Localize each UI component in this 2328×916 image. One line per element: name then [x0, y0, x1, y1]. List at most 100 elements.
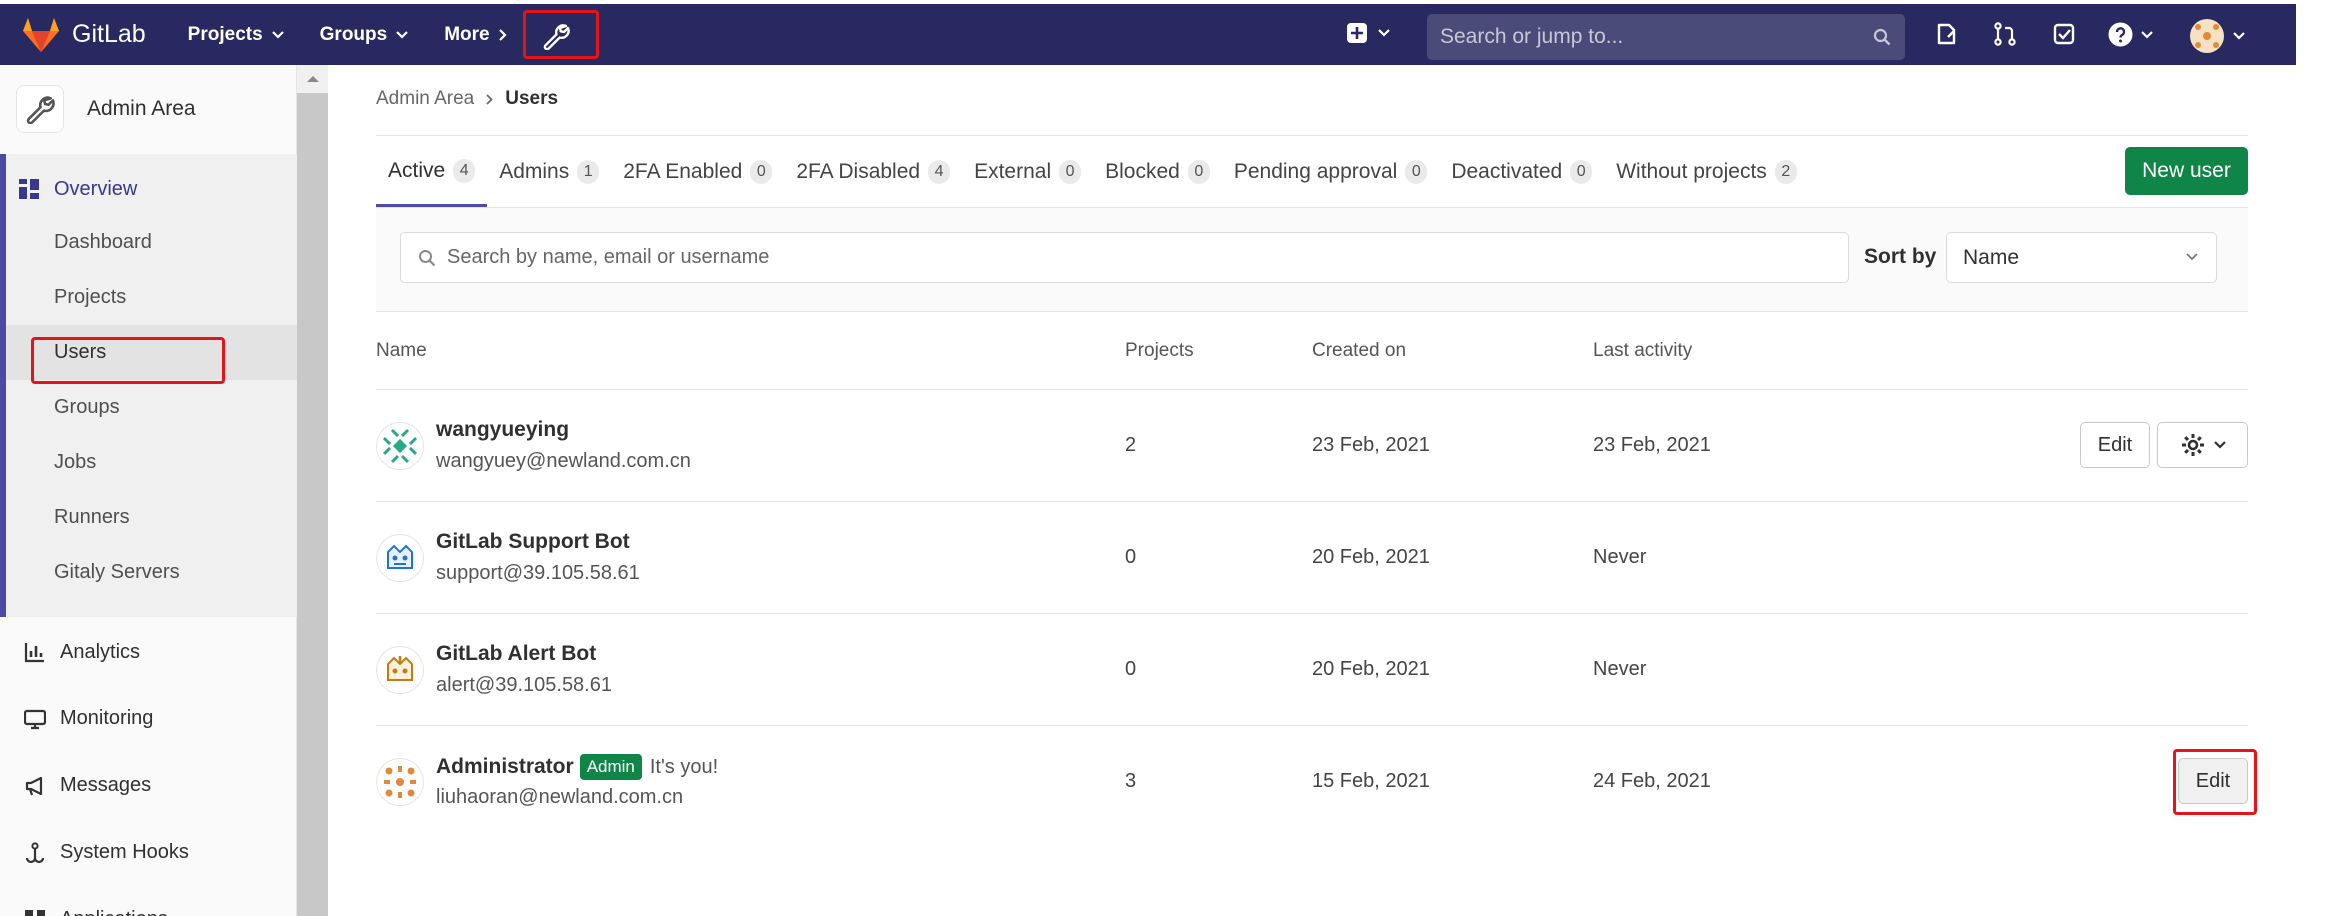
- sidebar-title: Admin Area: [87, 97, 196, 120]
- identicon-icon: [384, 766, 416, 798]
- wrench-icon: [26, 96, 55, 124]
- global-search-input[interactable]: Search or jump to...: [1427, 14, 1905, 60]
- sidebar-item-label: Jobs: [54, 451, 97, 473]
- divider: [376, 135, 2248, 136]
- sidebar-item-runners[interactable]: Runners: [0, 490, 297, 545]
- sidebar-item-groups[interactable]: Groups: [0, 380, 297, 435]
- sidebar-item-label: Applications: [60, 908, 168, 916]
- sidebar-item-label: Monitoring: [60, 707, 154, 729]
- column-header-projects: Projects: [1125, 340, 1194, 361]
- hook-icon: [25, 841, 45, 863]
- its-you-note: It's you!: [649, 755, 719, 778]
- sidebar-item-system-hooks[interactable]: System Hooks: [0, 819, 297, 886]
- user-name-link[interactable]: GitLab Alert Bot: [436, 642, 596, 666]
- user-avatar[interactable]: [376, 422, 424, 470]
- breadcrumb: Admin Area Users: [376, 88, 558, 110]
- user-search-input[interactable]: Search by name, email or username: [400, 232, 1849, 283]
- projects-menu-label: Projects: [187, 23, 263, 45]
- sidebar-item-monitoring[interactable]: Monitoring: [0, 685, 297, 752]
- admin-area-avatar: [16, 85, 64, 133]
- sidebar-item-label: Projects: [54, 286, 127, 308]
- tab-pending-approval[interactable]: Pending approval 0: [1222, 137, 1439, 207]
- user-avatar[interactable]: [376, 534, 424, 582]
- chevron-right-icon: [486, 93, 494, 105]
- tab-label: 2FA Enabled: [623, 160, 743, 183]
- sidebar-item-label: Dashboard: [54, 231, 152, 253]
- sidebar-item-applications[interactable]: Applications: [0, 886, 297, 916]
- more-menu[interactable]: More: [444, 4, 507, 65]
- user-menu[interactable]: [2190, 19, 2245, 53]
- new-user-button[interactable]: New user: [2125, 147, 2248, 195]
- user-email: liuhaoran@newland.com.cn: [436, 786, 684, 808]
- user-filter-tabs: Active 4 Admins 1 2FA Enabled 0 2FA Disable…: [376, 137, 1809, 207]
- edit-button[interactable]: Edit: [2080, 422, 2150, 468]
- todos-button[interactable]: [2052, 22, 2076, 46]
- sort-select[interactable]: Name: [1946, 232, 2217, 283]
- gitlab-tanuki-icon: [23, 17, 59, 52]
- sidebar-item-messages[interactable]: Messages: [0, 752, 297, 819]
- user-last-activity: Never: [1593, 658, 1647, 680]
- search-icon: [1873, 28, 1891, 46]
- user-actions-dropdown[interactable]: [2157, 422, 2248, 468]
- sort-select-value: Name: [1963, 245, 2020, 269]
- highlight-box: [523, 10, 599, 59]
- create-new-button[interactable]: [1346, 22, 1390, 44]
- user-name-link[interactable]: wangyueying: [436, 418, 569, 442]
- applications-icon: [25, 909, 45, 916]
- merge-request-icon: [1994, 22, 2016, 46]
- sidebar-item-jobs[interactable]: Jobs: [0, 435, 297, 490]
- sidebar-item-label: System Hooks: [60, 841, 189, 863]
- sidebar-item-analytics[interactable]: Analytics: [0, 619, 297, 685]
- tab-without-projects[interactable]: Without projects 2: [1604, 137, 1809, 207]
- user-name: GitLab Alert Bot: [436, 642, 597, 665]
- scroll-up-button[interactable]: [297, 65, 328, 93]
- sidebar-item-dashboard[interactable]: Dashboard: [0, 215, 297, 270]
- user-name-link[interactable]: Administrator Admin It's you!: [436, 754, 718, 780]
- tab-external[interactable]: External 0: [962, 137, 1093, 207]
- merge-requests-button[interactable]: [1993, 22, 2017, 46]
- user-avatar[interactable]: [376, 758, 424, 806]
- tab-label: External: [974, 160, 1052, 183]
- admin-sidebar: Admin Area Overview Dashboard Projects U…: [0, 65, 297, 916]
- sidebar-header[interactable]: Admin Area: [0, 65, 297, 153]
- user-email: support@39.105.58.61: [436, 562, 640, 584]
- chevron-down-icon: [2213, 441, 2226, 449]
- groups-menu[interactable]: Groups: [320, 4, 409, 65]
- tab-deactivated[interactable]: Deactivated 0: [1439, 137, 1604, 207]
- user-name: Administrator: [436, 755, 574, 778]
- tab-active[interactable]: Active 4: [376, 137, 488, 207]
- user-name-link[interactable]: GitLab Support Bot: [436, 530, 630, 554]
- tab-label: Active: [388, 158, 446, 182]
- issues-button[interactable]: [1935, 22, 1959, 46]
- identicon-icon: [382, 428, 418, 464]
- sidebar-item-gitaly-servers[interactable]: Gitaly Servers: [0, 545, 297, 600]
- tab-admins[interactable]: Admins 1: [487, 137, 611, 207]
- chevron-down-icon: [2186, 253, 2198, 261]
- more-menu-label: More: [444, 23, 490, 45]
- gear-icon: [2181, 434, 2204, 456]
- user-created-on: 15 Feb, 2021: [1312, 770, 1430, 792]
- chevron-down-icon: [396, 30, 408, 39]
- sidebar-item-overview[interactable]: Overview: [0, 154, 297, 224]
- tab-count-badge: 0: [1059, 160, 1082, 184]
- sidebar-scrollbar[interactable]: [297, 65, 328, 916]
- tab-blocked[interactable]: Blocked 0: [1093, 137, 1222, 207]
- chevron-down-icon: [2141, 30, 2153, 39]
- chevron-right-icon: [498, 28, 507, 41]
- breadcrumb-parent-link[interactable]: Admin Area: [376, 88, 474, 110]
- user-last-activity: Never: [1593, 546, 1647, 568]
- gitlab-logo[interactable]: GitLab: [22, 17, 146, 53]
- page: GitLab Projects Groups More Search or ju…: [0, 0, 2328, 916]
- help-menu[interactable]: [2108, 22, 2153, 47]
- tab-2fa-enabled[interactable]: 2FA Enabled 0: [611, 137, 784, 207]
- sidebar-item-projects[interactable]: Projects: [0, 270, 297, 325]
- chevron-down-icon: [1378, 29, 1390, 37]
- user-avatar[interactable]: [376, 646, 424, 694]
- projects-menu[interactable]: Projects: [188, 4, 284, 65]
- tab-2fa-disabled[interactable]: 2FA Disabled 4: [784, 137, 962, 207]
- table-row: GitLab Support Bot support@39.105.58.61 …: [376, 502, 2248, 614]
- brand-name: GitLab: [72, 20, 146, 48]
- plus-square-icon: [1347, 23, 1367, 43]
- analytics-icon: [24, 643, 44, 663]
- user-last-activity: 23 Feb, 2021: [1593, 434, 1711, 456]
